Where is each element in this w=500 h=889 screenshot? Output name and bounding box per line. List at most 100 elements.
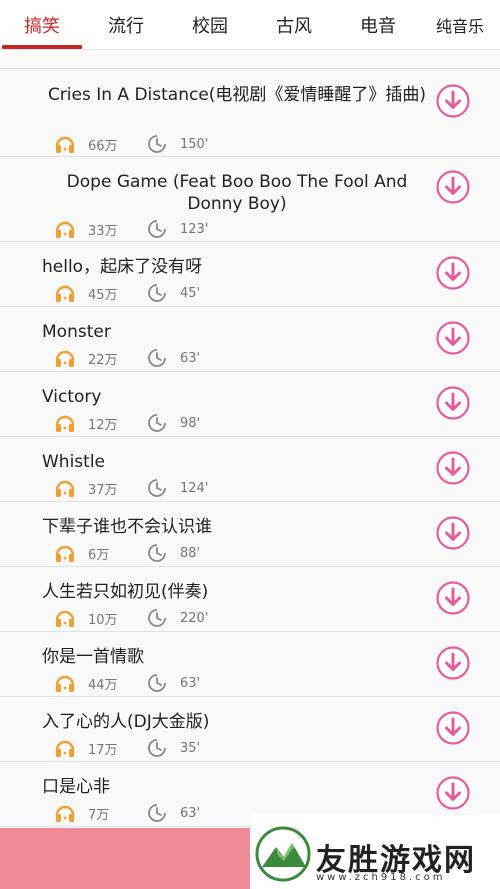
tab-label: 流行 bbox=[108, 15, 144, 37]
duration: 123' bbox=[180, 221, 209, 237]
download-icon[interactable] bbox=[435, 385, 471, 421]
song-row[interactable]: 人生若只如初见(伴奏) 10万 220' bbox=[0, 567, 500, 632]
duration: 45' bbox=[180, 285, 201, 301]
download-icon[interactable] bbox=[435, 83, 471, 119]
song-title: Monster bbox=[42, 322, 111, 342]
category-tabbar: 搞笑 流行 校园 古风 电音 纯音乐 bbox=[0, 0, 500, 50]
clock-icon bbox=[146, 477, 168, 499]
song-meta: 6万 88' bbox=[54, 542, 200, 564]
play-count: 22万 bbox=[88, 352, 118, 368]
song-row[interactable]: 入了心的人(DJ大金版) 17万 35' bbox=[0, 697, 500, 762]
song-meta: 17万 35' bbox=[54, 737, 200, 759]
tab-dianyin[interactable]: 电音 bbox=[336, 0, 420, 49]
duration: 220' bbox=[180, 610, 209, 626]
song-title: 下辈子谁也不会认识谁 bbox=[42, 517, 212, 537]
clock-icon bbox=[146, 672, 168, 694]
download-icon[interactable] bbox=[435, 515, 471, 551]
tab-chunyinyue[interactable]: 纯音乐 bbox=[420, 0, 500, 49]
song-meta: 22万 63' bbox=[54, 347, 200, 369]
watermark-url: www.zch918.com bbox=[316, 872, 446, 883]
headphones-icon bbox=[54, 218, 76, 240]
headphones-icon bbox=[54, 737, 76, 759]
clock-icon bbox=[146, 607, 168, 629]
tab-label: 纯音乐 bbox=[435, 16, 484, 36]
play-count: 33万 bbox=[88, 223, 118, 239]
song-row[interactable]: 你是一首情歌 44万 63' bbox=[0, 632, 500, 697]
play-count: 6万 bbox=[88, 547, 110, 563]
clock-icon bbox=[146, 412, 168, 434]
song-row[interactable]: 下辈子谁也不会认识谁 6万 88' bbox=[0, 502, 500, 567]
download-icon[interactable] bbox=[435, 580, 471, 616]
song-row[interactable]: Monster 22万 63' bbox=[0, 307, 500, 372]
duration: 150' bbox=[180, 136, 209, 152]
duration: 88' bbox=[180, 545, 201, 561]
headphones-icon bbox=[54, 477, 76, 499]
song-list: Cries In A Distance(电视剧《爱情睡醒了》插曲) 66万 15… bbox=[0, 68, 500, 827]
song-meta: 33万 123' bbox=[54, 218, 208, 240]
song-row[interactable]: hello，起床了没有呀 45万 45' bbox=[0, 242, 500, 307]
headphones-icon bbox=[54, 802, 76, 824]
clock-icon bbox=[146, 542, 168, 564]
song-row[interactable]: Dope Game (Feat Boo Boo The Fool And Don… bbox=[0, 157, 500, 242]
song-row[interactable]: Whistle 37万 124' bbox=[0, 437, 500, 502]
download-icon[interactable] bbox=[435, 169, 471, 205]
duration: 35' bbox=[180, 740, 201, 756]
download-icon[interactable] bbox=[435, 645, 471, 681]
duration: 63' bbox=[180, 350, 201, 366]
duration: 63' bbox=[180, 675, 201, 691]
download-icon[interactable] bbox=[435, 775, 471, 811]
download-icon[interactable] bbox=[435, 320, 471, 356]
tab-gaoxiao[interactable]: 搞笑 bbox=[0, 0, 84, 49]
play-count: 10万 bbox=[88, 612, 118, 628]
song-title: Cries In A Distance(电视剧《爱情睡醒了》插曲) bbox=[47, 85, 427, 105]
play-count: 44万 bbox=[88, 677, 118, 693]
tab-label: 电音 bbox=[360, 15, 396, 37]
play-count: 7万 bbox=[88, 807, 110, 823]
headphones-icon bbox=[54, 412, 76, 434]
tab-gufeng[interactable]: 古风 bbox=[252, 0, 336, 49]
watermark-logo bbox=[255, 826, 311, 882]
clock-icon bbox=[146, 737, 168, 759]
song-title: Whistle bbox=[42, 452, 106, 472]
tab-label: 校园 bbox=[192, 15, 228, 37]
headphones-icon bbox=[54, 347, 76, 369]
song-row[interactable]: Victory 12万 98' bbox=[0, 372, 500, 437]
headphones-icon bbox=[54, 133, 76, 155]
download-icon[interactable] bbox=[435, 450, 471, 486]
play-count: 37万 bbox=[88, 482, 118, 498]
song-title: 你是一首情歌 bbox=[42, 647, 144, 667]
headphones-icon bbox=[54, 672, 76, 694]
song-meta: 45万 45' bbox=[54, 282, 200, 304]
song-meta: 44万 63' bbox=[54, 672, 200, 694]
clock-icon bbox=[146, 282, 168, 304]
headphones-icon bbox=[54, 282, 76, 304]
song-row[interactable]: Cries In A Distance(电视剧《爱情睡醒了》插曲) 66万 15… bbox=[0, 69, 500, 157]
watermark: 友胜游戏网 www.zch918.com bbox=[250, 815, 500, 889]
play-count: 12万 bbox=[88, 417, 118, 433]
download-icon[interactable] bbox=[435, 255, 471, 291]
duration: 63' bbox=[180, 805, 201, 821]
song-title: hello，起床了没有呀 bbox=[42, 257, 203, 277]
headphones-icon bbox=[54, 607, 76, 629]
tab-liuxing[interactable]: 流行 bbox=[84, 0, 168, 49]
tab-xiaoyuan[interactable]: 校园 bbox=[168, 0, 252, 49]
song-title: Dope Game (Feat Boo Boo The Fool And Don… bbox=[66, 172, 408, 214]
duration: 124' bbox=[180, 480, 209, 496]
play-count: 66万 bbox=[88, 138, 118, 154]
song-title: Victory bbox=[42, 387, 102, 407]
song-meta: 37万 124' bbox=[54, 477, 208, 499]
tab-label: 古风 bbox=[276, 15, 312, 37]
song-title: 入了心的人(DJ大金版) bbox=[42, 712, 210, 732]
clock-icon bbox=[146, 802, 168, 824]
tab-label: 搞笑 bbox=[24, 15, 60, 37]
song-meta: 12万 98' bbox=[54, 412, 200, 434]
clock-icon bbox=[146, 218, 168, 240]
headphones-icon bbox=[54, 542, 76, 564]
duration: 98' bbox=[180, 415, 201, 431]
play-count: 17万 bbox=[88, 742, 118, 758]
song-title: 人生若只如初见(伴奏) bbox=[42, 582, 209, 602]
play-count: 45万 bbox=[88, 287, 118, 303]
download-icon[interactable] bbox=[435, 710, 471, 746]
clock-icon bbox=[146, 133, 168, 155]
song-meta: 66万 150' bbox=[54, 133, 208, 155]
